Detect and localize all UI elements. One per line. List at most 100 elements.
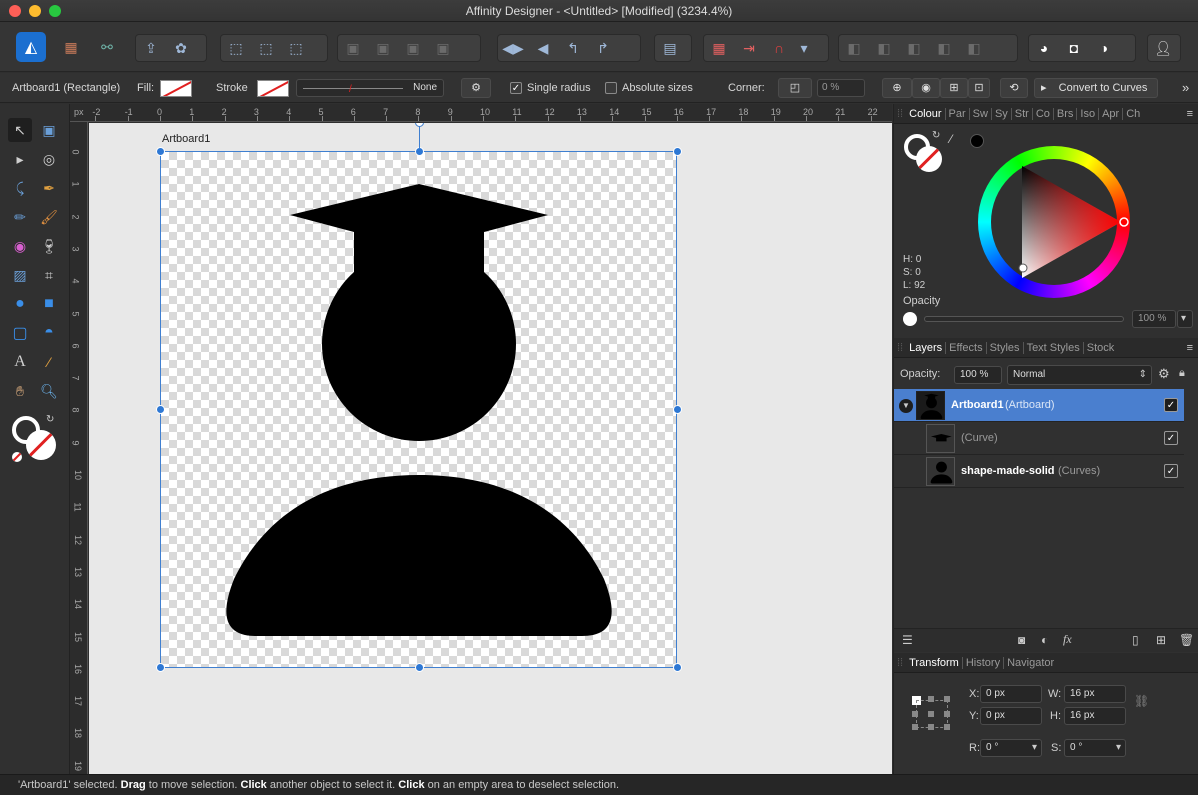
anchor-selector[interactable] (912, 696, 950, 730)
opacity-slider[interactable] (924, 316, 1124, 322)
stroke-swatch[interactable] (257, 80, 289, 97)
fill-tool-icon[interactable]: ◉ (8, 234, 32, 258)
move-tool-icon[interactable]: ↖ (8, 118, 32, 142)
tab-styles[interactable]: Styles (987, 338, 1023, 358)
view-icon[interactable]: ◉ (912, 78, 940, 98)
pixel-persona-icon[interactable]: ▦ (56, 34, 86, 60)
tab-iso[interactable]: Iso (1077, 104, 1098, 124)
chevron-down-icon[interactable]: ▾ (1177, 310, 1193, 328)
tab-colour[interactable]: Colour (906, 104, 944, 124)
crop-tool-icon[interactable]: ⌗ (37, 263, 61, 287)
place-image-tool-icon[interactable]: ▨ (8, 263, 32, 287)
rotate-right-icon[interactable]: ↱ (588, 35, 618, 61)
tab-effects[interactable]: Effects (946, 338, 985, 358)
tab-transform[interactable]: Transform (906, 653, 962, 673)
forward-one-icon[interactable]: ▣ (398, 35, 428, 61)
opacity-slider-thumb[interactable] (903, 312, 917, 326)
resize-handle-bottom-left[interactable] (156, 663, 165, 672)
rotation-handle[interactable] (415, 123, 424, 127)
close-window-button[interactable] (9, 5, 21, 17)
export-persona-icon[interactable]: ⚯ (92, 34, 122, 60)
group-icon[interactable]: ⊞ (1156, 633, 1166, 647)
eyedropper-icon[interactable]: ⁄ (950, 132, 952, 146)
rotation-field[interactable]: 0 ° ▾ (980, 739, 1042, 757)
tab-par[interactable]: Par (946, 104, 969, 124)
trash-icon[interactable]: 🗑︎ (1179, 633, 1194, 647)
fill-swatch[interactable] (160, 80, 192, 97)
select-transform-icon[interactable]: ⬚ (281, 35, 311, 61)
point-transform-tool-icon[interactable]: ⤹ (8, 176, 32, 200)
ellipse-tool-icon[interactable]: ● (8, 292, 32, 316)
tab-apr[interactable]: Apr (1099, 104, 1122, 124)
tab-navigator[interactable]: Navigator (1004, 653, 1057, 673)
distribute-icon[interactable]: ⊞ (940, 78, 968, 98)
layer-settings-gear-icon[interactable]: ⚙ (1158, 366, 1170, 382)
shape-tool-icon[interactable]: ◓ (37, 321, 61, 345)
tab-text-styles[interactable]: Text Styles (1024, 338, 1083, 358)
artboard-tool-icon[interactable]: ▣ (37, 118, 61, 142)
layers-stack-icon[interactable]: ☰ (902, 633, 913, 647)
resize-handle-left[interactable] (156, 405, 165, 414)
collapse-chevron-icon[interactable]: ▼ (899, 399, 913, 413)
body-shape[interactable] (226, 475, 612, 636)
select-bounds-icon[interactable]: ⬚ (251, 35, 281, 61)
grid-icon[interactable]: ▦ (704, 35, 734, 61)
gear-icon[interactable]: ⚙ (461, 78, 491, 98)
pencil-tool-icon[interactable]: ✏ (8, 205, 32, 229)
transform-icon[interactable]: ⊡ (968, 78, 990, 98)
resize-handle-top-left[interactable] (156, 147, 165, 156)
resize-handle-bottom-right[interactable] (673, 663, 682, 672)
isolate-icon[interactable]: ✿ (166, 35, 196, 61)
align-icon[interactable]: ▤ (655, 35, 685, 61)
canvas[interactable]: Artboard1 (89, 123, 892, 774)
tab-layers[interactable]: Layers (906, 338, 945, 358)
user-icon[interactable]: 👤︎ (1148, 35, 1178, 61)
y-field[interactable]: 0 px (980, 707, 1042, 725)
tab-co[interactable]: Co (1033, 104, 1053, 124)
layer-visibility-checkbox[interactable]: ✓ (1164, 431, 1178, 445)
layer-opacity-field[interactable]: 100 % (954, 366, 1002, 384)
link-icon[interactable]: ⛓︎ (1134, 694, 1149, 708)
tab-stock[interactable]: Stock (1084, 338, 1118, 358)
graduate-shape[interactable] (161, 152, 678, 669)
tab-brs[interactable]: Brs (1054, 104, 1077, 124)
color-picker-tool-icon[interactable]: ⁄ (37, 350, 61, 374)
divide-boolean-icon[interactable]: ◧ (959, 35, 989, 61)
colour-opacity-field[interactable]: 100 % (1132, 310, 1176, 328)
hue-marker[interactable] (1119, 217, 1129, 227)
magnet-icon[interactable]: ∩ (764, 35, 794, 61)
convert-to-curves-button[interactable]: ▸ Convert to Curves (1034, 78, 1158, 98)
tab-sw[interactable]: Sw (970, 104, 991, 124)
intersect-boolean-icon[interactable]: ◧ (899, 35, 929, 61)
layer-visibility-checkbox[interactable]: ✓ (1164, 464, 1178, 478)
back-one-icon[interactable]: ▣ (368, 35, 398, 61)
front-icon[interactable]: ▣ (428, 35, 458, 61)
select-all-icon[interactable]: ⬚ (221, 35, 251, 61)
saturation-marker[interactable] (1018, 263, 1028, 273)
no-fill-icon[interactable] (12, 452, 22, 462)
width-field[interactable]: 16 px (1064, 685, 1126, 703)
effects-fx-icon[interactable]: fx (1063, 632, 1072, 647)
tab-history[interactable]: History (963, 653, 1003, 673)
colour-wheel[interactable] (978, 146, 1130, 298)
back-icon[interactable]: ▣ (338, 35, 368, 61)
height-field[interactable]: 16 px (1064, 707, 1126, 725)
new-layer-icon[interactable]: ▯ (1132, 633, 1139, 647)
layer-row-artboard[interactable]: ▼ Artboard1 (Artboard) ✓ (894, 389, 1184, 422)
panel-menu-icon[interactable]: ≡ (1187, 104, 1193, 124)
pen-tool-icon[interactable]: ✒ (37, 176, 61, 200)
layer-row-shape-made-solid[interactable]: shape-made-solid (Curves) ✓ (894, 455, 1184, 488)
absolute-sizes-checkbox[interactable] (605, 82, 617, 94)
vertical-ruler[interactable]: 0 1 2 3 4 5 6 7 8 9 10 11 12 13 14 15 16 17 18 19 (70, 122, 88, 774)
tab-sy[interactable]: Sy (992, 104, 1011, 124)
horizontal-ruler[interactable]: px -2 -1 0 1 2 3 4 5 6 7 8 9 10 11 12 13 14 15 16 17 18 19 20 2… (70, 104, 892, 122)
insert-inside-icon[interactable]: ◕ (1029, 35, 1059, 61)
adjustment-icon[interactable]: ◐ (1041, 633, 1048, 647)
overflow-icon[interactable]: » (1182, 73, 1189, 103)
resize-handle-bottom[interactable] (415, 663, 424, 672)
minimize-window-button[interactable] (29, 5, 41, 17)
corner-tool-icon[interactable]: ◎ (37, 147, 61, 171)
subtract-boolean-icon[interactable]: ◧ (869, 35, 899, 61)
upload-icon[interactable]: ⇪ (136, 35, 166, 61)
tab-str[interactable]: Str (1012, 104, 1032, 124)
